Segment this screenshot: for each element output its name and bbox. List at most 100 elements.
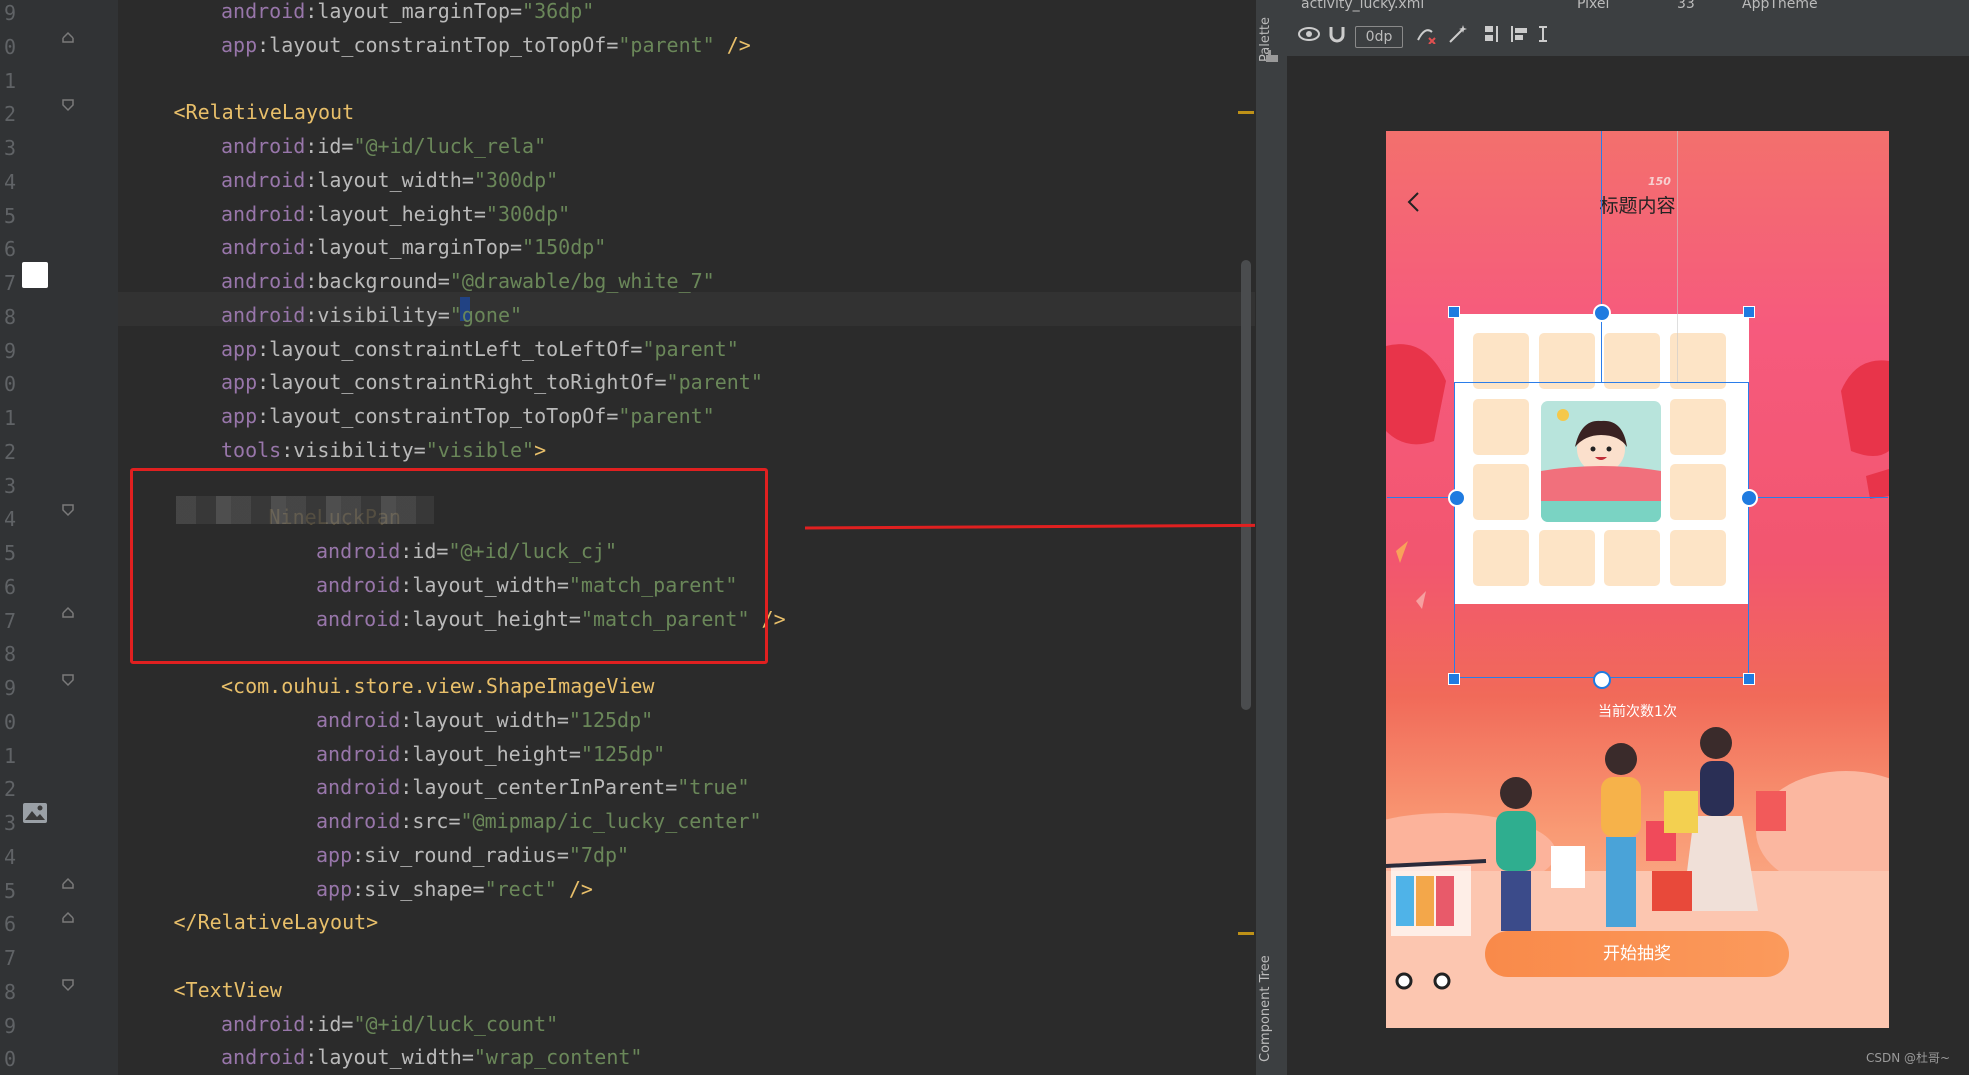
code-token: android bbox=[221, 235, 306, 260]
prize-cell[interactable] bbox=[1539, 530, 1595, 586]
fold-icon[interactable] bbox=[61, 978, 75, 992]
code-token: :layout_centerInParent= bbox=[400, 775, 678, 800]
code-token: app bbox=[221, 404, 258, 428]
line-number: 4 bbox=[3, 507, 16, 532]
image-preview-icon[interactable] bbox=[22, 802, 48, 828]
fold-icon[interactable] bbox=[61, 673, 75, 687]
code-token: :id= bbox=[305, 134, 354, 158]
fold-icon[interactable] bbox=[61, 910, 75, 924]
fold-icon[interactable] bbox=[61, 876, 75, 890]
magnet-icon[interactable] bbox=[1327, 24, 1347, 44]
page-title: 标题内容 bbox=[1599, 195, 1676, 217]
align-icon[interactable] bbox=[1509, 24, 1531, 44]
code-token: :layout_constraintTop_toTopOf= bbox=[257, 404, 619, 428]
code-line[interactable]: android:background="@drawable/bg_white_7… bbox=[221, 264, 715, 298]
code-line[interactable]: android:layout_marginTop="36dp" bbox=[221, 0, 594, 28]
fold-icon[interactable] bbox=[61, 503, 75, 517]
resize-handle[interactable] bbox=[1743, 673, 1755, 685]
prize-cell[interactable] bbox=[1473, 530, 1529, 586]
anchor-top[interactable] bbox=[1593, 304, 1611, 322]
code-line[interactable]: tools:visibility="visible"> bbox=[221, 433, 546, 467]
code-token: "true" bbox=[677, 775, 750, 800]
resize-handle[interactable] bbox=[1448, 306, 1460, 318]
anchor-left[interactable] bbox=[1448, 489, 1466, 507]
prize-cell[interactable] bbox=[1539, 333, 1595, 389]
default-margin-field[interactable]: 0dp bbox=[1355, 26, 1403, 48]
warning-marker[interactable] bbox=[1238, 932, 1254, 935]
line-number: 5 bbox=[3, 541, 16, 565]
palette-icon[interactable] bbox=[1265, 48, 1279, 67]
code-token: "parent" bbox=[666, 370, 763, 395]
resize-handle[interactable] bbox=[1743, 306, 1755, 318]
code-token: :layout_width= bbox=[305, 1045, 474, 1070]
code-token: <TextView bbox=[173, 977, 282, 1002]
warning-marker[interactable] bbox=[1238, 111, 1254, 114]
line-number: 3 bbox=[3, 136, 16, 160]
line-number: 4 bbox=[3, 844, 16, 869]
code-token: android bbox=[221, 134, 306, 158]
pack-icon[interactable] bbox=[1483, 24, 1505, 44]
code-line[interactable]: android:layout_marginTop="150dp" bbox=[221, 230, 606, 264]
resize-handle[interactable] bbox=[1448, 673, 1460, 685]
theme-selector[interactable]: AppTheme bbox=[1742, 0, 1818, 12]
code-line[interactable]: android:layout_width="wrap_content" bbox=[221, 1040, 642, 1074]
fold-icon[interactable] bbox=[61, 98, 75, 112]
fold-icon[interactable] bbox=[61, 30, 75, 44]
line-number: 9 bbox=[3, 676, 16, 700]
prize-cell[interactable] bbox=[1670, 399, 1726, 455]
code-line[interactable]: app:siv_shape="rect" /> bbox=[316, 872, 593, 906]
code-line[interactable]: <TextView bbox=[174, 973, 282, 1007]
line-number: 7 bbox=[3, 271, 16, 295]
prize-cell[interactable] bbox=[1670, 333, 1726, 389]
eye-icon[interactable] bbox=[1297, 24, 1321, 44]
code-editor[interactable]: 9 0 1 2 3 4 5 6 7 8 9 0 1 2 3 4 5 6 7 8 9 0 1 2 3 4 5 6 7 8 9 0 android… bbox=[0, 0, 1255, 1075]
prize-cell[interactable] bbox=[1670, 530, 1726, 586]
code-line[interactable]: </RelativeLayout> bbox=[174, 905, 379, 939]
code-token: :layout_constraintRight_toRightOf= bbox=[257, 370, 667, 395]
color-swatch-icon[interactable] bbox=[22, 262, 48, 288]
prize-cell[interactable] bbox=[1670, 464, 1726, 520]
prize-cell[interactable] bbox=[1473, 399, 1529, 455]
code-token: :layout_height= bbox=[400, 741, 581, 766]
code-line[interactable]: android:layout_height="300dp" bbox=[221, 197, 570, 231]
code-line[interactable]: app:layout_constraintRight_toRightOf="pa… bbox=[221, 365, 763, 399]
code-line[interactable]: android:layout_centerInParent="true" bbox=[316, 770, 750, 804]
device-selector[interactable]: Pixel bbox=[1577, 0, 1609, 12]
guidelines-icon[interactable] bbox=[1537, 24, 1557, 44]
prize-cell[interactable] bbox=[1604, 530, 1660, 586]
prize-cell[interactable] bbox=[1473, 333, 1529, 389]
code-line[interactable]: app:layout_constraintLeft_toLeftOf="pare… bbox=[221, 332, 739, 366]
code-line[interactable]: android:id="@+id/luck_rela" bbox=[221, 129, 546, 163]
component-tree-tab[interactable]: Component Tree bbox=[1258, 955, 1273, 1062]
fold-icon[interactable] bbox=[61, 605, 75, 619]
lucky-center-image[interactable] bbox=[1541, 401, 1661, 522]
code-line[interactable]: <com.ouhui.store.view.ShapeImageView bbox=[221, 669, 654, 703]
code-line[interactable]: <RelativeLayout bbox=[174, 95, 355, 129]
code-line[interactable]: app:siv_round_radius="7dp" bbox=[316, 838, 629, 872]
anchor-bottom[interactable] bbox=[1593, 671, 1611, 689]
api-selector[interactable]: 33 bbox=[1677, 0, 1695, 12]
constraint-line-top bbox=[1601, 131, 1602, 382]
code-line[interactable]: android:id="@+id/luck_count" bbox=[221, 1007, 558, 1041]
start-draw-button[interactable]: 开始抽奖 bbox=[1485, 931, 1789, 977]
code-line[interactable]: android:layout_height="125dp" bbox=[316, 737, 665, 771]
device-preview[interactable]: 标题内容 150 当前次数1次 开始抽奖 bbox=[1386, 131, 1889, 1028]
code-token: android bbox=[221, 1011, 306, 1036]
vertical-scrollbar[interactable] bbox=[1241, 260, 1251, 710]
anchor-right[interactable] bbox=[1740, 489, 1758, 507]
code-line[interactable]: app:layout_constraintTop_toTopOf="parent… bbox=[221, 28, 751, 62]
code-line[interactable]: android:src="@mipmap/ic_lucky_center" bbox=[316, 804, 762, 838]
magic-wand-icon[interactable] bbox=[1447, 24, 1469, 44]
file-tab[interactable]: activity_lucky.xml bbox=[1301, 0, 1424, 12]
clear-constraints-icon[interactable] bbox=[1415, 24, 1437, 44]
code-line[interactable]: android:layout_width="300dp" bbox=[221, 163, 558, 197]
code-line[interactable]: app:layout_constraintTop_toTopOf="parent… bbox=[221, 399, 715, 433]
code-token: "wrap_content" bbox=[473, 1045, 643, 1070]
constraint-line-right bbox=[1749, 497, 1888, 498]
code-line[interactable]: android:layout_width="125dp" bbox=[316, 703, 653, 737]
prize-cell[interactable] bbox=[1604, 333, 1660, 389]
code-line[interactable]: android:visibility="gone" bbox=[221, 298, 522, 332]
prize-cell[interactable] bbox=[1473, 464, 1529, 520]
layout-designer[interactable]: activity_lucky.xml Pixel 33 AppTheme 0dp bbox=[1287, 0, 1969, 1075]
code-token: > bbox=[534, 437, 547, 462]
